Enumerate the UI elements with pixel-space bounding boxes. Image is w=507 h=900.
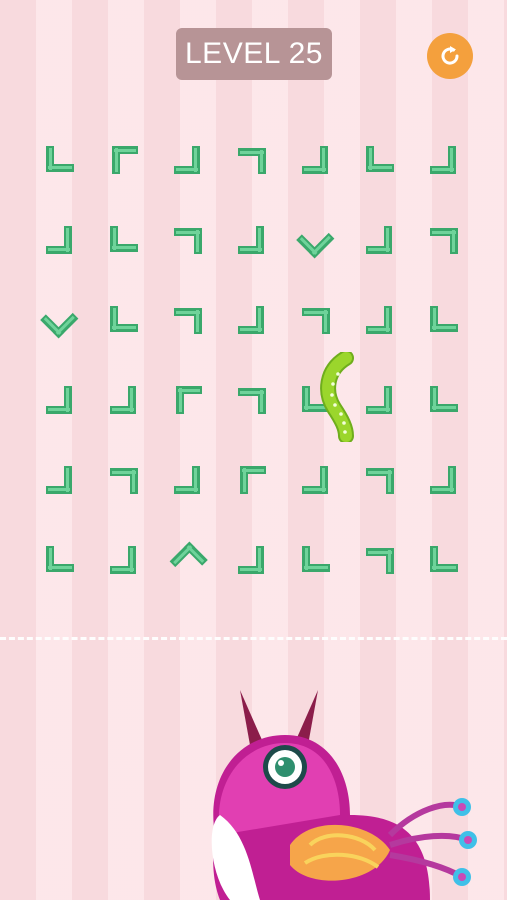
puzzle-piece[interactable] — [168, 380, 208, 420]
puzzle-piece[interactable] — [296, 300, 336, 340]
puzzle-piece[interactable] — [168, 540, 208, 580]
puzzle-piece[interactable] — [360, 460, 400, 500]
puzzle-piece[interactable] — [360, 300, 400, 340]
puzzle-piece[interactable] — [296, 540, 336, 580]
drop-line — [0, 637, 507, 640]
puzzle-piece[interactable] — [360, 140, 400, 180]
puzzle-piece[interactable] — [104, 460, 144, 500]
puzzle-piece[interactable] — [232, 380, 272, 420]
puzzle-piece[interactable] — [424, 460, 464, 500]
puzzle-piece[interactable] — [424, 300, 464, 340]
puzzle-piece[interactable] — [40, 140, 80, 180]
puzzle-piece[interactable] — [168, 300, 208, 340]
puzzle-piece[interactable] — [424, 380, 464, 420]
puzzle-piece[interactable] — [40, 540, 80, 580]
puzzle-piece[interactable] — [104, 140, 144, 180]
puzzle-piece[interactable] — [424, 140, 464, 180]
puzzle-piece[interactable] — [168, 140, 208, 180]
puzzle-piece[interactable] — [424, 220, 464, 260]
bird-character — [211, 690, 477, 900]
puzzle-piece[interactable] — [40, 380, 80, 420]
puzzle-piece[interactable] — [168, 220, 208, 260]
puzzle-piece[interactable] — [104, 220, 144, 260]
puzzle-piece[interactable] — [40, 300, 80, 340]
puzzle-piece[interactable] — [360, 380, 400, 420]
puzzle-piece[interactable] — [360, 220, 400, 260]
puzzle-piece[interactable] — [232, 140, 272, 180]
puzzle-piece[interactable] — [424, 540, 464, 580]
puzzle-piece[interactable] — [104, 380, 144, 420]
puzzle-piece[interactable] — [232, 300, 272, 340]
worm-icon — [320, 352, 354, 442]
game-board — [0, 120, 507, 600]
puzzle-piece[interactable] — [40, 220, 80, 260]
restart-button[interactable] — [427, 33, 473, 79]
puzzle-piece[interactable] — [104, 540, 144, 580]
puzzle-piece[interactable] — [296, 140, 336, 180]
puzzle-piece[interactable] — [296, 460, 336, 500]
puzzle-piece[interactable] — [232, 540, 272, 580]
puzzle-piece[interactable] — [296, 220, 336, 260]
puzzle-piece[interactable] — [104, 300, 144, 340]
restart-icon — [441, 46, 459, 65]
level-badge: LEVEL 25 — [176, 28, 332, 80]
puzzle-piece[interactable] — [168, 460, 208, 500]
puzzle-piece[interactable] — [232, 220, 272, 260]
puzzle-piece[interactable] — [40, 460, 80, 500]
puzzle-piece[interactable] — [360, 540, 400, 580]
puzzle-piece[interactable] — [232, 460, 272, 500]
